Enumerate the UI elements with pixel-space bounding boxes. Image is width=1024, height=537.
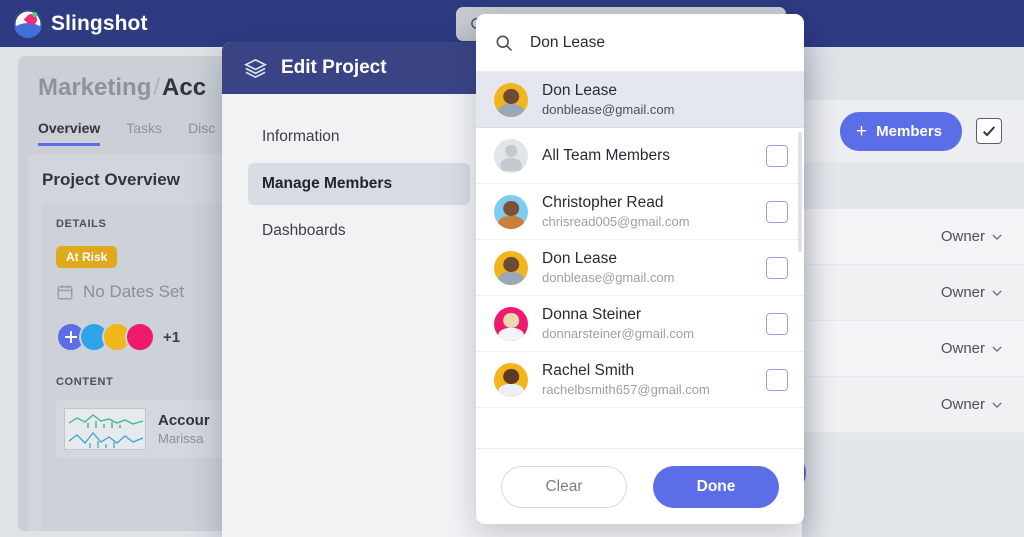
slingshot-rocket-logo-icon (14, 9, 42, 38)
list-item[interactable]: Christopher Read chrisread005@gmail.com (476, 184, 804, 240)
avatar-overflow-count: +1 (163, 328, 181, 346)
role-dropdown[interactable]: Owner (941, 284, 1002, 301)
avatar-generic-group (494, 138, 528, 173)
member-checkbox[interactable] (766, 256, 788, 279)
brand-logo[interactable]: Slingshot (14, 9, 148, 38)
content-item-title: Accour (158, 412, 210, 429)
role-dropdown[interactable]: Owner (941, 340, 1002, 357)
list-item[interactable]: Donna Steiner donnarsteiner@gmail.com (476, 296, 804, 352)
calendar-icon (57, 285, 73, 300)
role-label: Owner (940, 284, 985, 301)
plus-icon: + (856, 120, 868, 142)
popup-footer: Clear Done (476, 448, 804, 524)
modal-title: Edit Project (281, 57, 387, 78)
list-item-text: Rachel Smith rachelbsmith657@gmail.com (542, 362, 752, 397)
suggestion-name: Don Lease (542, 82, 617, 99)
avatar-christopher-read (494, 194, 528, 229)
member-name: Don Lease (542, 250, 617, 267)
member-email: donblease@gmail.com (542, 270, 675, 285)
role-label: Owner (940, 340, 985, 357)
sidebar-item-manage-members[interactable]: Manage Members (248, 163, 470, 205)
done-button[interactable]: Done (653, 465, 779, 508)
layers-stack-icon (244, 58, 267, 78)
list-item-text: Donna Steiner donnarsteiner@gmail.com (542, 306, 752, 341)
content-item-subtitle: Marissa (158, 431, 204, 446)
chevron-down-icon (992, 401, 1002, 408)
avatar[interactable] (125, 322, 155, 352)
status-badge: At Risk (56, 246, 118, 268)
modal-sidebar-nav: Information Manage Members Dashboards (222, 94, 484, 537)
search-input[interactable] (530, 33, 786, 52)
member-checkbox[interactable] (766, 200, 788, 223)
member-checkbox[interactable] (766, 312, 788, 335)
list-item[interactable]: Don Lease donblease@gmail.com (476, 240, 804, 296)
project-dates-text: No Dates Set (83, 282, 185, 301)
add-members-button[interactable]: + Members (840, 111, 962, 151)
list-item-text: All Team Members (542, 147, 752, 165)
modal-title-group: Edit Project (244, 57, 387, 80)
member-name: Donna Steiner (542, 306, 642, 323)
member-checkbox[interactable] (766, 144, 788, 167)
role-dropdown[interactable]: Owner (941, 396, 1002, 413)
avatar-rachel-smith (494, 362, 528, 397)
list-item-text: Christopher Read chrisread005@gmail.com (542, 194, 752, 229)
clear-button[interactable]: Clear (501, 465, 627, 508)
content-item-meta: Accour Marissa (158, 412, 210, 446)
add-members-label: Members (876, 122, 942, 140)
suggestion-email: donblease@gmail.com (542, 102, 675, 117)
chevron-down-icon (992, 233, 1002, 240)
search-suggestion-row[interactable]: Don Lease donblease@gmail.com (476, 72, 804, 128)
member-name: All Team Members (542, 146, 671, 164)
suggestion-text: Don Lease donblease@gmail.com (542, 82, 786, 117)
list-item-text: Don Lease donblease@gmail.com (542, 250, 752, 285)
role-dropdown[interactable]: Owner (941, 228, 1002, 245)
avatar-donna-steiner (494, 306, 528, 341)
member-email: donnarsteiner@gmail.com (542, 326, 694, 341)
breadcrumb-parent[interactable]: Marketing (38, 74, 151, 101)
checkbox-checked-icon (982, 126, 996, 137)
member-email: rachelbsmith657@gmail.com (542, 382, 710, 397)
member-list[interactable]: All Team Members Christopher Read chrisr… (476, 128, 804, 448)
chevron-down-icon (992, 289, 1002, 296)
member-name: Christopher Read (542, 194, 664, 211)
list-item[interactable]: All Team Members (476, 128, 804, 184)
list-item[interactable]: Rachel Smith rachelbsmith657@gmail.com (476, 352, 804, 408)
app-root: Slingshot Marketing/Acc Overview Tasks D… (0, 0, 1024, 537)
member-checkbox[interactable] (766, 368, 788, 391)
search-icon (496, 35, 513, 51)
avatar-don-lease (494, 250, 528, 285)
tab-tasks[interactable]: Tasks (126, 120, 162, 146)
sidebar-item-information[interactable]: Information (248, 116, 470, 158)
member-search-row (476, 14, 804, 72)
tab-discussions[interactable]: Disc (188, 120, 215, 146)
breadcrumb-separator: / (153, 74, 161, 101)
scrollbar-thumb[interactable] (798, 132, 802, 252)
role-label: Owner (940, 228, 985, 245)
brand-name: Slingshot (51, 11, 148, 35)
add-members-popup: Don Lease donblease@gmail.com All Team M… (476, 14, 804, 524)
tab-overview[interactable]: Overview (38, 120, 101, 146)
select-all-checkbox[interactable] (976, 118, 1002, 144)
role-label: Owner (940, 396, 985, 413)
sidebar-item-dashboards[interactable]: Dashboards (248, 210, 470, 252)
chevron-down-icon (992, 345, 1002, 352)
avatar-don-lease (494, 82, 528, 117)
member-email: chrisread005@gmail.com (542, 214, 690, 229)
breadcrumb-current: Acc (162, 74, 207, 101)
member-name: Rachel Smith (542, 362, 635, 379)
chart-thumbnail-icon (64, 408, 146, 450)
